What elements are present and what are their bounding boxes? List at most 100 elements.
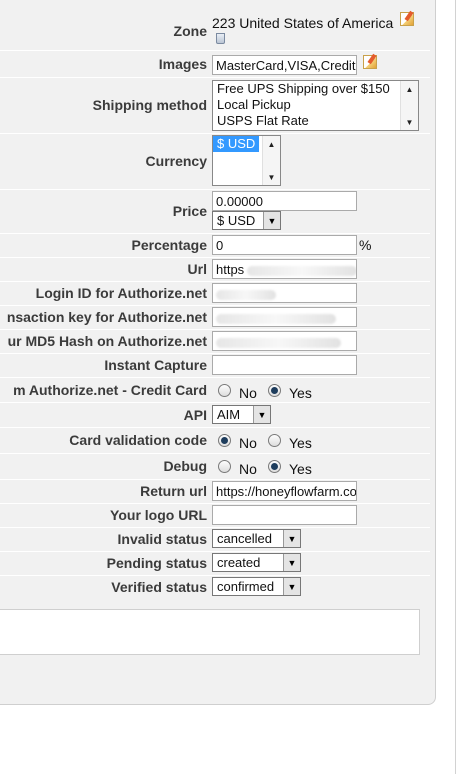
row-separator <box>0 305 430 306</box>
login-id-input[interactable] <box>212 283 357 303</box>
debug-no-label: No <box>239 461 257 477</box>
row-separator <box>0 527 430 528</box>
debug-yes-radio[interactable] <box>268 460 281 473</box>
dropdown-arrow-icon[interactable]: ▼ <box>283 554 300 571</box>
row-separator <box>0 133 430 134</box>
shipping-method-label: Shipping method <box>92 97 207 113</box>
return-url-label: Return url <box>140 483 207 499</box>
listbox-scrollbar[interactable]: ▲ ▼ <box>400 81 418 130</box>
url-value: https <box>216 262 245 277</box>
price-currency-value: $ USD <box>217 213 256 228</box>
percentage-input[interactable]: 0 <box>212 235 357 255</box>
scroll-down-arrow-icon[interactable]: ▼ <box>263 170 280 184</box>
scroll-up-arrow-icon[interactable]: ▲ <box>401 82 418 96</box>
currency-label: Currency <box>145 153 207 169</box>
listbox-scrollbar[interactable]: ▲ ▼ <box>262 136 280 185</box>
price-currency-select[interactable]: $ USD ▼ <box>212 211 281 230</box>
scroll-up-arrow-icon[interactable]: ▲ <box>263 137 280 151</box>
scrollbar-edge <box>455 0 456 774</box>
row-separator <box>0 453 430 454</box>
row-separator <box>0 77 430 78</box>
credit-card-yes-radio[interactable] <box>268 384 281 397</box>
shipping-option[interactable]: Free UPS Shipping over $150 <box>213 81 418 97</box>
verified-status-select[interactable]: confirmed ▼ <box>212 577 301 596</box>
notes-textarea[interactable] <box>0 609 420 655</box>
logo-url-label: Your logo URL <box>110 507 207 523</box>
shipping-option[interactable]: Local Pickup <box>213 97 418 113</box>
percentage-label: Percentage <box>131 237 207 253</box>
card-validation-yes-label: Yes <box>289 435 312 451</box>
api-label: API <box>183 407 207 423</box>
pending-status-value: created <box>217 555 261 570</box>
pending-status-label: Pending status <box>106 555 207 571</box>
row-separator <box>0 551 430 552</box>
card-validation-no-radio[interactable] <box>218 434 231 447</box>
debug-no-radio[interactable] <box>218 460 231 473</box>
dropdown-arrow-icon[interactable]: ▼ <box>283 578 300 595</box>
row-separator <box>0 402 430 403</box>
api-select[interactable]: AIM ▼ <box>212 405 271 424</box>
transaction-key-label: nsaction key for Authorize.net <box>6 309 207 325</box>
redacted-text <box>247 265 356 276</box>
zone-label: Zone <box>173 23 207 39</box>
images-input[interactable]: MasterCard,VISA,Credit <box>212 55 357 75</box>
edit-zone-icon[interactable] <box>400 12 414 26</box>
api-value: AIM <box>217 407 241 422</box>
shipping-method-listbox[interactable]: Free UPS Shipping over $150 Local Pickup… <box>212 80 419 131</box>
credit-card-yes-label: Yes <box>289 385 312 401</box>
verified-status-value: confirmed <box>217 579 275 594</box>
delete-zone-icon[interactable] <box>216 33 225 44</box>
logo-url-input[interactable] <box>212 505 357 525</box>
debug-label: Debug <box>163 458 207 474</box>
row-separator <box>0 281 430 282</box>
md5-hash-input[interactable] <box>212 331 357 351</box>
credit-card-no-radio[interactable] <box>218 384 231 397</box>
dropdown-arrow-icon[interactable]: ▼ <box>263 212 280 229</box>
row-separator <box>0 377 430 378</box>
row-separator <box>0 257 430 258</box>
instant-capture-label: Instant Capture <box>104 357 207 373</box>
pending-status-select[interactable]: created ▼ <box>212 553 301 572</box>
row-separator <box>0 503 430 504</box>
price-label: Price <box>172 203 207 219</box>
zone-value: 223 United States of America <box>212 15 394 31</box>
dropdown-arrow-icon[interactable]: ▼ <box>283 530 300 547</box>
row-separator <box>0 50 430 51</box>
transaction-key-input[interactable] <box>212 307 357 327</box>
currency-listbox[interactable]: $ USD ▲ ▼ <box>212 135 281 186</box>
invalid-status-select[interactable]: cancelled ▼ <box>212 529 301 548</box>
redacted-text <box>216 289 276 300</box>
credit-card-label: m Authorize.net - Credit Card <box>13 382 207 398</box>
redacted-text <box>216 337 341 348</box>
images-label: Images <box>158 56 207 72</box>
url-label: Url <box>187 261 207 277</box>
row-separator <box>0 233 430 234</box>
percentage-suffix: % <box>359 237 372 253</box>
scroll-down-arrow-icon[interactable]: ▼ <box>401 115 418 129</box>
card-validation-label: Card validation code <box>69 432 207 448</box>
price-input[interactable]: 0.00000 <box>212 191 357 211</box>
dropdown-arrow-icon[interactable]: ▼ <box>253 406 270 423</box>
credit-card-no-label: No <box>239 385 257 401</box>
return-url-input[interactable]: https://honeyflowfarm.co <box>212 481 357 501</box>
instant-capture-input[interactable] <box>212 355 357 375</box>
shipping-option[interactable]: USPS Flat Rate <box>213 113 418 129</box>
row-separator <box>0 353 430 354</box>
row-separator <box>0 189 430 190</box>
invalid-status-value: cancelled <box>217 531 272 546</box>
debug-yes-label: Yes <box>289 461 312 477</box>
row-separator <box>0 575 430 576</box>
row-separator <box>0 479 430 480</box>
edit-images-icon[interactable] <box>363 55 377 69</box>
row-separator <box>0 427 430 428</box>
currency-option[interactable]: $ USD <box>213 136 260 152</box>
url-input[interactable]: https <box>212 259 357 279</box>
redacted-text <box>216 313 336 324</box>
card-validation-yes-radio[interactable] <box>268 434 281 447</box>
card-validation-no-label: No <box>239 435 257 451</box>
invalid-status-label: Invalid status <box>117 531 207 547</box>
row-separator <box>0 329 430 330</box>
verified-status-label: Verified status <box>111 579 207 595</box>
login-id-label: Login ID for Authorize.net <box>35 285 207 301</box>
md5-hash-label: ur MD5 Hash on Authorize.net <box>7 333 207 349</box>
